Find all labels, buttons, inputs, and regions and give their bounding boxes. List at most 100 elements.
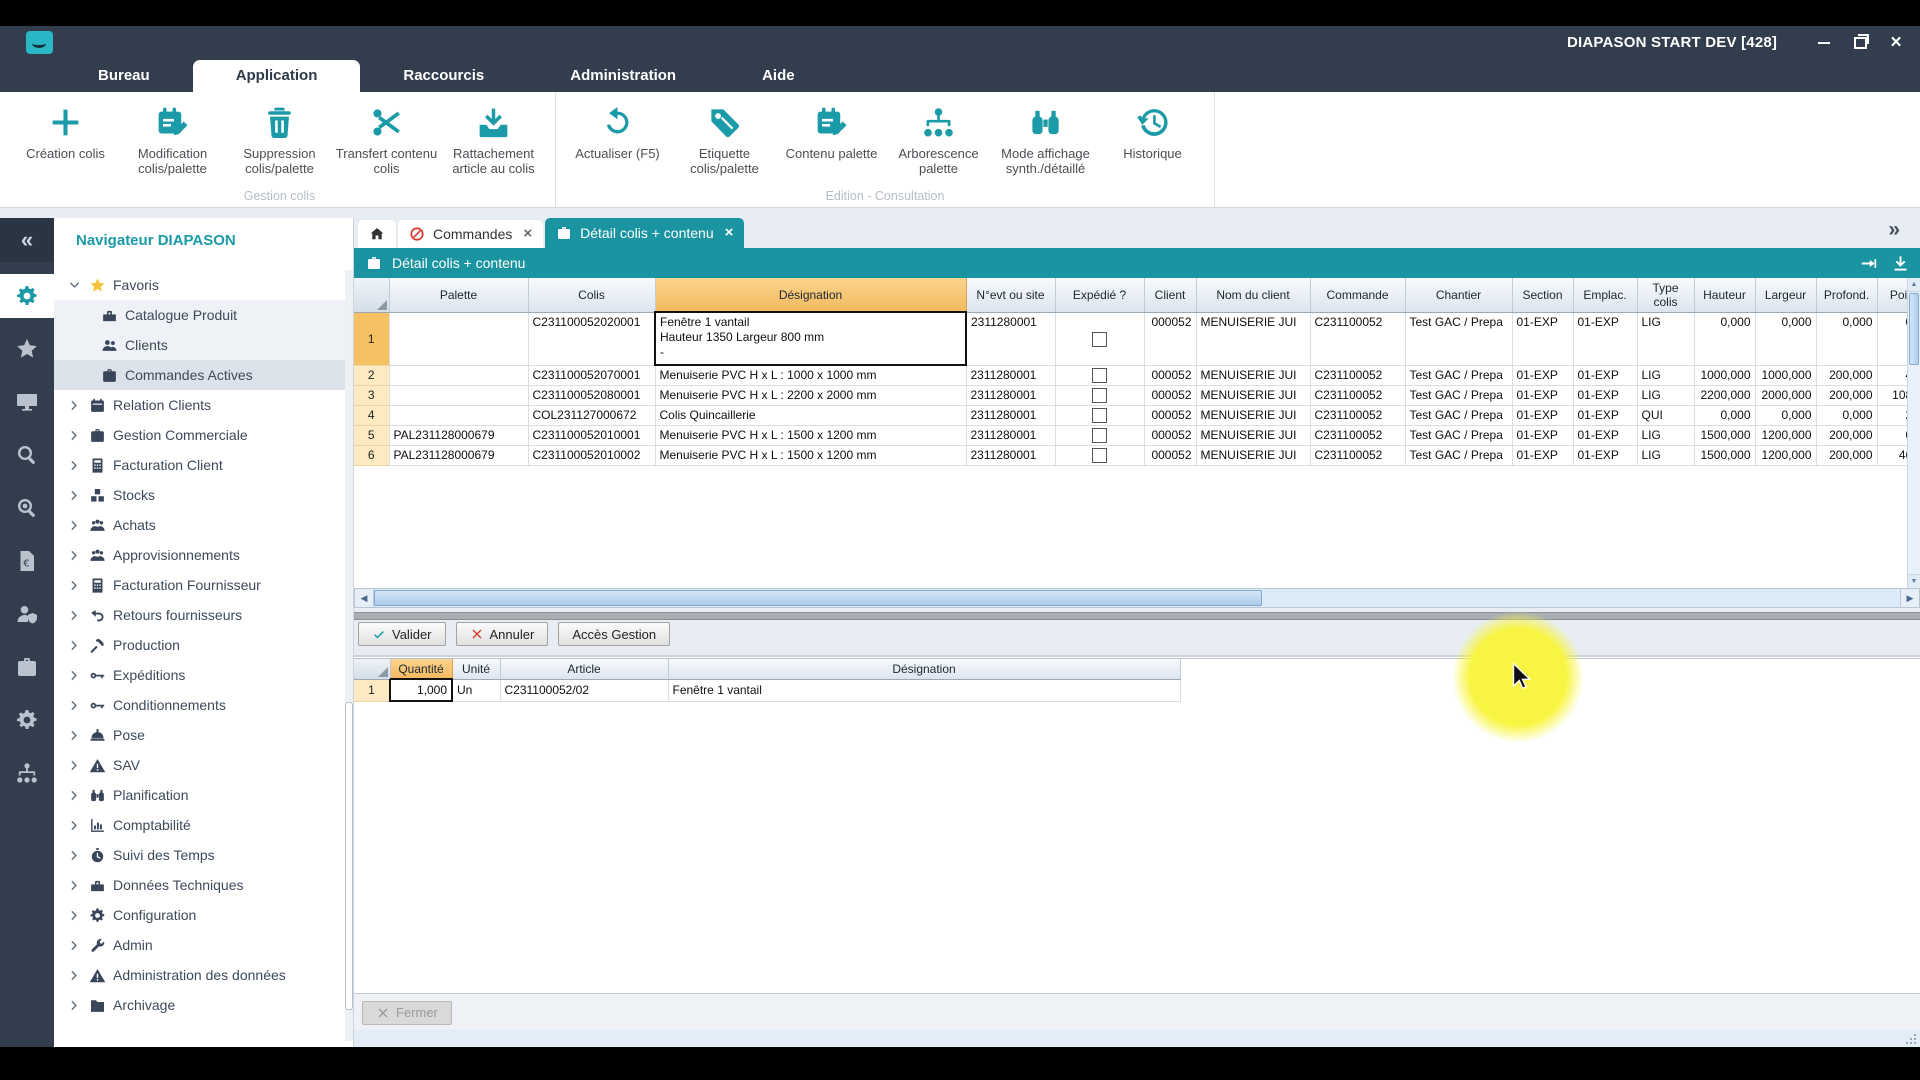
expedie-checkbox[interactable] — [1092, 448, 1107, 463]
table-row[interactable]: 3C231100052080001Menuiserie PVC H x L : … — [354, 385, 1920, 405]
cell-commande[interactable]: C231100052 — [1310, 405, 1405, 425]
column-header-type[interactable]: Type colis — [1637, 278, 1694, 312]
restore-button[interactable] — [1852, 35, 1868, 51]
cell-designation[interactable]: Fenêtre 1 vantail Hauteur 1350 Largeur 8… — [655, 312, 966, 365]
cell-client[interactable]: 000052 — [1144, 365, 1196, 385]
nav-item-admin[interactable]: Admin — [54, 930, 345, 960]
cell-palette[interactable] — [389, 385, 528, 405]
nav-item-archivage[interactable]: Archivage — [54, 990, 345, 1020]
cell-emplac[interactable]: 01-EXP — [1573, 365, 1637, 385]
expedie-checkbox[interactable] — [1092, 332, 1107, 347]
cell-palette[interactable] — [389, 365, 528, 385]
rail-item-billing[interactable]: € — [0, 539, 54, 583]
nav-item-stocks[interactable]: Stocks — [54, 480, 345, 510]
cell-section[interactable]: 01-EXP — [1512, 365, 1573, 385]
nav-item-favoris[interactable]: Favoris — [54, 270, 345, 300]
row-number[interactable]: 1 — [354, 679, 390, 701]
export-down-icon[interactable] — [1891, 254, 1910, 273]
menu-tab-application[interactable]: Application — [193, 60, 361, 92]
ribbon-button-rattachement-article-au-colis[interactable]: Rattachement article au colis — [440, 100, 547, 177]
nav-item-pose[interactable]: Pose — [54, 720, 345, 750]
cell-hauteur[interactable]: 1500,000 — [1694, 445, 1755, 465]
expedie-checkbox[interactable] — [1092, 428, 1107, 443]
minimize-button[interactable] — [1816, 35, 1832, 51]
column-header-nevt[interactable]: N°evt ou site — [966, 278, 1055, 312]
cell-chantier[interactable]: Test GAC / Prepa — [1405, 445, 1512, 465]
rail-item-settings[interactable] — [0, 698, 54, 742]
nav-item-configuration[interactable]: Configuration — [54, 900, 345, 930]
nav-item-sav[interactable]: SAV — [54, 750, 345, 780]
cell-emplac[interactable]: 01-EXP — [1573, 405, 1637, 425]
cell-client[interactable]: 000052 — [1144, 425, 1196, 445]
cell-expedie[interactable] — [1055, 312, 1144, 365]
cell-chantier[interactable]: Test GAC / Prepa — [1405, 312, 1512, 365]
fermer-button[interactable]: Fermer — [362, 1001, 452, 1025]
navigator-scrollbar[interactable] — [345, 270, 353, 1041]
cell-nevt[interactable]: 2311280001 — [966, 365, 1055, 385]
cell-emplac[interactable]: 01-EXP — [1573, 445, 1637, 465]
cell-profond[interactable]: 200,000 — [1816, 385, 1877, 405]
menu-tab-aide[interactable]: Aide — [719, 60, 838, 92]
nav-item-production[interactable]: Production — [54, 630, 345, 660]
cell-hauteur[interactable]: 1500,000 — [1694, 425, 1755, 445]
tab-close-icon[interactable]: × — [523, 227, 532, 241]
cell-type[interactable]: LIG — [1637, 425, 1694, 445]
cell-commande[interactable]: C231100052 — [1310, 445, 1405, 465]
row-number[interactable]: 4 — [354, 405, 389, 425]
rail-item-favorites[interactable] — [0, 327, 54, 371]
cell-section[interactable]: 01-EXP — [1512, 425, 1573, 445]
column-header-num[interactable] — [354, 659, 390, 679]
nav-item-donn-es-techniques[interactable]: Données Techniques — [54, 870, 345, 900]
tab-commandes[interactable]: Commandes× — [398, 220, 543, 248]
table-row[interactable]: 5PAL231128000679C231100052010001Menuiser… — [354, 425, 1920, 445]
nav-item-conditionnements[interactable]: Conditionnements — [54, 690, 345, 720]
navigator-scroll-thumb[interactable] — [345, 702, 353, 1010]
cell-colis[interactable]: COL231127000672 — [528, 405, 655, 425]
cell-type[interactable]: LIG — [1637, 385, 1694, 405]
cell-commande[interactable]: C231100052 — [1310, 365, 1405, 385]
cell-nevt[interactable]: 2311280001 — [966, 405, 1055, 425]
cell-nom[interactable]: MENUISERIE JUI — [1196, 385, 1310, 405]
acces-gestion-button[interactable]: Accès Gestion — [558, 622, 670, 646]
column-header-profond[interactable]: Profond. — [1816, 278, 1877, 312]
nav-item-approvisionnements[interactable]: Approvisionnements — [54, 540, 345, 570]
table-row[interactable]: 2C231100052070001Menuiserie PVC H x L : … — [354, 365, 1920, 385]
tab-overflow-icon[interactable]: » — [1888, 218, 1900, 242]
column-header-client[interactable]: Client — [1144, 278, 1196, 312]
cell-designation[interactable]: Menuiserie PVC H x L : 1500 x 1200 mm — [655, 445, 966, 465]
cell-largeur[interactable]: 1000,000 — [1755, 365, 1816, 385]
cell-hauteur[interactable]: 0,000 — [1694, 312, 1755, 365]
expedie-checkbox[interactable] — [1092, 408, 1107, 423]
cell-type[interactable]: LIG — [1637, 445, 1694, 465]
ribbon-button-cr-ation-colis[interactable]: Création colis — [12, 100, 119, 161]
cell-section[interactable]: 01-EXP — [1512, 445, 1573, 465]
cell-palette[interactable]: PAL231128000679 — [389, 425, 528, 445]
column-header-num[interactable] — [354, 278, 389, 312]
ribbon-button-transfert-contenu-colis[interactable]: Transfert contenu colis — [333, 100, 440, 177]
rail-item-search-location[interactable] — [0, 486, 54, 530]
cell-profond[interactable]: 200,000 — [1816, 445, 1877, 465]
cell-expedie[interactable] — [1055, 385, 1144, 405]
cell-hauteur[interactable]: 1000,000 — [1694, 365, 1755, 385]
rail-item-search[interactable] — [0, 433, 54, 477]
cell-client[interactable]: 000052 — [1144, 385, 1196, 405]
cell-profond[interactable]: 200,000 — [1816, 425, 1877, 445]
column-header-expedie[interactable]: Expédié ? — [1055, 278, 1144, 312]
nav-item-commandes-actives[interactable]: Commandes Actives — [54, 360, 345, 390]
ribbon-button-historique[interactable]: Historique — [1099, 100, 1206, 161]
column-header-colis[interactable]: Colis — [528, 278, 655, 312]
cell-profond[interactable]: 200,000 — [1816, 365, 1877, 385]
rail-item-user-security[interactable] — [0, 592, 54, 636]
cell-commande[interactable]: C231100052 — [1310, 425, 1405, 445]
column-header-emplac[interactable]: Emplac. — [1573, 278, 1637, 312]
column-header-largeur[interactable]: Largeur — [1755, 278, 1816, 312]
cell-colis[interactable]: C231100052010002 — [528, 445, 655, 465]
cell-chantier[interactable]: Test GAC / Prepa — [1405, 385, 1512, 405]
scroll-right-icon[interactable]: ▶ — [1900, 589, 1919, 607]
horizontal-scroll-thumb[interactable] — [374, 590, 1262, 606]
nav-item-comptabilit[interactable]: Comptabilité — [54, 810, 345, 840]
cell-designation[interactable]: Menuiserie PVC H x L : 1500 x 1200 mm — [655, 425, 966, 445]
cell-section[interactable]: 01-EXP — [1512, 312, 1573, 365]
scroll-down-icon[interactable]: ▼ — [1908, 574, 1920, 588]
cell-designation[interactable]: Menuiserie PVC H x L : 1000 x 1000 mm — [655, 365, 966, 385]
